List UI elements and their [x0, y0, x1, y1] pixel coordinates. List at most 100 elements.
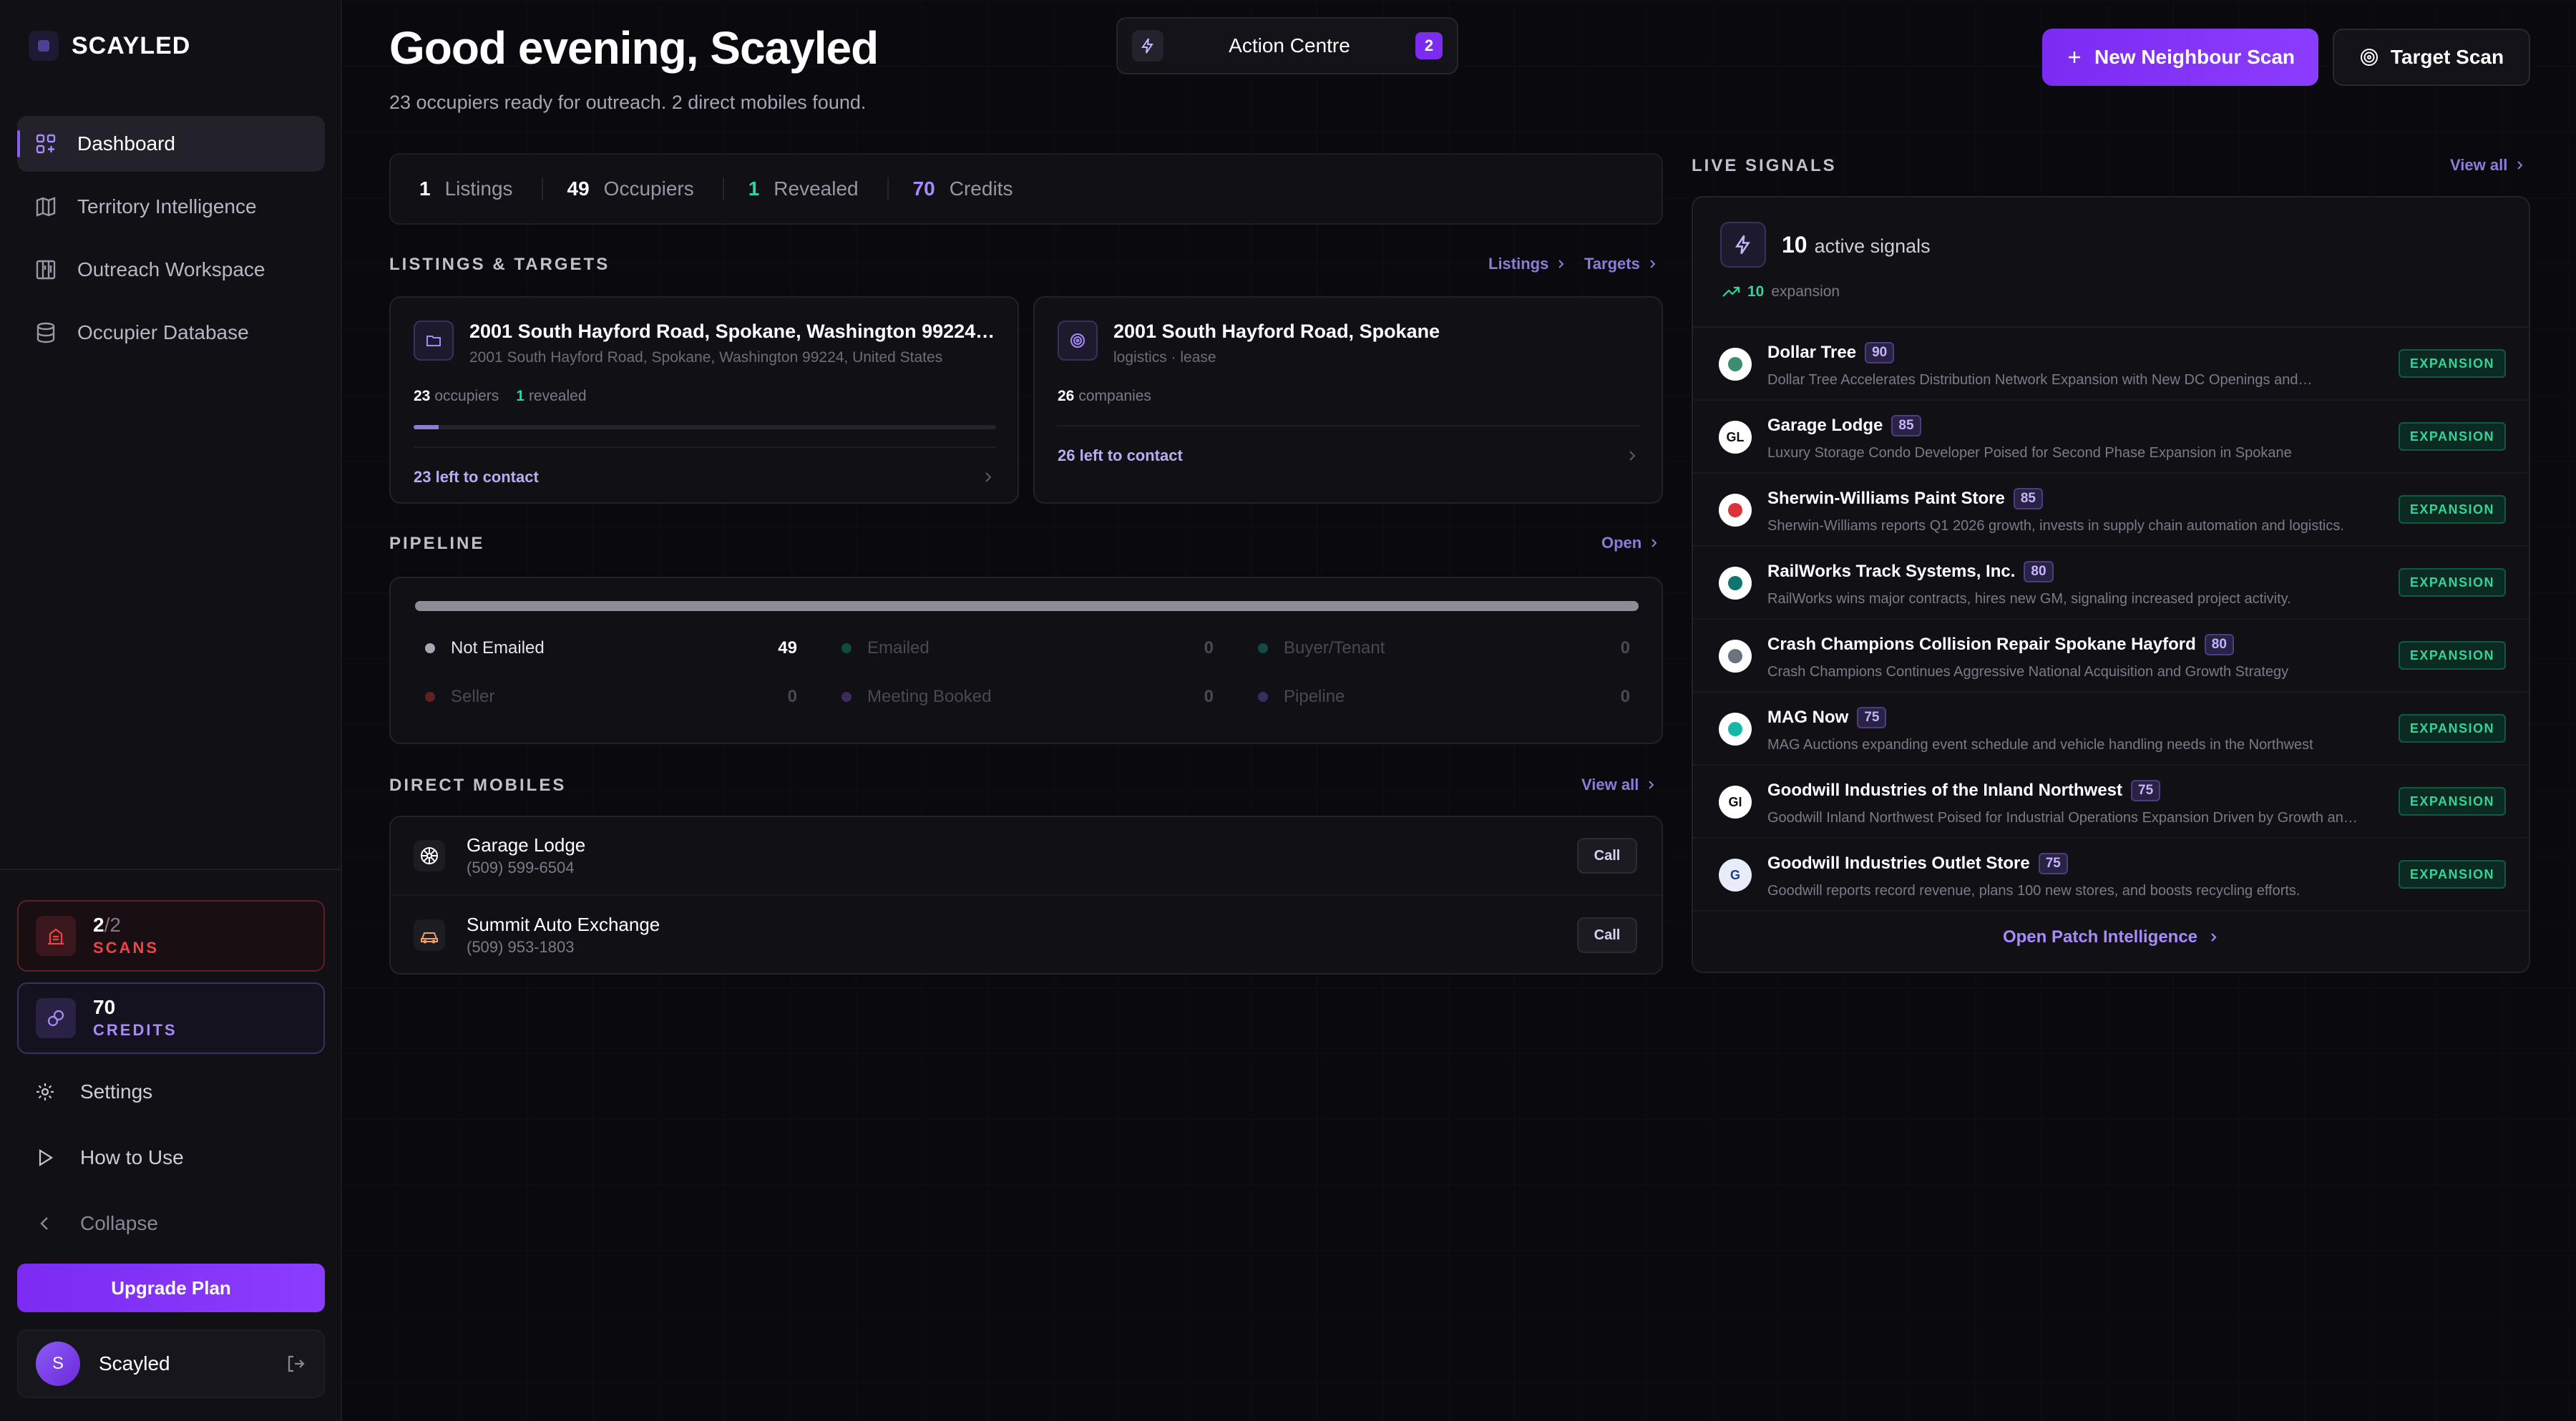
how-to-use-label: How to Use [80, 1146, 184, 1168]
list-item: Summit Auto Exchange (509) 953-1803 Call [391, 896, 1662, 975]
sidebar-item-dashboard[interactable]: Dashboard [17, 116, 325, 172]
sidebar-item-outreach-workspace[interactable]: Outreach Workspace [17, 242, 325, 298]
play-icon [39, 1149, 54, 1166]
trending-up-icon [1722, 286, 1740, 297]
columns-icon [36, 260, 56, 280]
signal-company-name: MAG Now [1767, 708, 1849, 727]
user-name: Scayled [99, 1352, 170, 1374]
link-icon [36, 998, 76, 1038]
chevron-right-icon [2517, 161, 2523, 170]
sidebar-item-occupier-database[interactable]: Occupier Database [17, 305, 325, 361]
scans-meter[interactable]: 2/2 SCANS [17, 900, 325, 972]
occupiers-count: 23 [414, 388, 431, 404]
signal-row[interactable]: G Goodwill Industries Outlet Store 75 Goodw… [1693, 839, 2529, 912]
target-subtitle: logistics · lease [1113, 349, 1216, 366]
signal-row[interactable]: MAG Now 75 MAG Auctions expanding event sc… [1693, 693, 2529, 766]
pipeline-stage-name: Emailed [867, 638, 930, 658]
chevron-left-icon [40, 1217, 48, 1230]
company-logo-mark [1728, 357, 1742, 371]
credits-meter[interactable]: 70 CREDITS [17, 982, 325, 1054]
target-scan-button[interactable]: Target Scan [2333, 29, 2530, 86]
sidebar-item-label: Outreach Workspace [77, 258, 265, 280]
pipeline-stage-count: 0 [1620, 638, 1630, 658]
sidebar-divider [0, 869, 341, 870]
sidebar-item-territory-intelligence[interactable]: Territory Intelligence [17, 179, 325, 235]
pipeline-stage-emailed[interactable]: Emailed 0 [841, 638, 1214, 658]
signals-view-all-link[interactable]: View all [2450, 156, 2524, 175]
pipeline-open-link[interactable]: Open [1601, 534, 1659, 552]
listing-address: 2001 South Hayford Road, Spokane, Washin… [469, 349, 943, 366]
expansion-count: 10 [1747, 283, 1765, 300]
scans-used: 2 [93, 914, 104, 936]
signal-score-badge: 90 [1865, 342, 1895, 363]
brand[interactable]: SCAYLED [29, 29, 190, 63]
signal-row[interactable]: RailWorks Track Systems, Inc. 80 RailWorks… [1693, 547, 2529, 620]
expansion-label: expansion [1771, 283, 1840, 300]
left-to-contact[interactable]: 23 left to contact [414, 468, 539, 487]
action-centre-badge: 2 [1415, 32, 1443, 59]
signal-company-name: RailWorks Track Systems, Inc. [1767, 562, 2016, 581]
call-button[interactable]: Call [1577, 917, 1637, 953]
left-to-contact[interactable]: 26 left to contact [1058, 446, 1183, 465]
pipeline-stage-pipeline[interactable]: Pipeline 0 [1258, 687, 1630, 707]
pipeline-stage-name: Buyer/Tenant [1284, 638, 1385, 658]
target-counts: 26 companies [1058, 388, 1151, 405]
how-to-use-link[interactable]: How to Use [34, 1136, 184, 1179]
open-patch-intelligence-label: Open Patch Intelligence [2002, 927, 2198, 947]
occupiers-label: occupiers [434, 388, 499, 404]
new-neighbour-scan-button[interactable]: New Neighbour Scan [2042, 29, 2318, 86]
credits-label: CREDITS [93, 1021, 177, 1039]
company-logo-text: G [1729, 867, 1740, 882]
company-logo-icon: G [1719, 859, 1752, 892]
building-icon [36, 916, 76, 956]
signal-score-badge: 75 [1857, 707, 1887, 728]
database-icon [36, 322, 55, 343]
dashboard-icon [36, 134, 56, 154]
user-profile[interactable]: S Scayled [17, 1329, 325, 1398]
company-logo-mark [1728, 503, 1742, 517]
pipeline-stage-buyer-tenant[interactable]: Buyer/Tenant 0 [1258, 638, 1630, 658]
company-logo-mark [1728, 576, 1742, 590]
signal-row[interactable]: GI Goodwill Industries of the Inland Nort… [1693, 766, 2529, 839]
call-button[interactable]: Call [1577, 838, 1637, 874]
settings-label: Settings [80, 1080, 153, 1103]
active-signal-count: 10 [1782, 232, 1807, 258]
signal-score-badge: 85 [2013, 488, 2043, 509]
status-badge: EXPANSION [2398, 641, 2506, 670]
page-title: Good evening, Scayled [389, 22, 879, 74]
company-logo-text: GI [1728, 794, 1742, 809]
status-badge: EXPANSION [2398, 787, 2506, 816]
open-patch-intelligence-link[interactable]: Open Patch Intelligence [1693, 927, 2529, 947]
stat-revealed: 1 Revealed [748, 177, 889, 200]
pipeline-stage-seller[interactable]: Seller 0 [425, 687, 797, 707]
settings-link[interactable]: Settings [34, 1070, 152, 1113]
signals-summary: 10 active signals 10 expansion [1693, 197, 2529, 328]
action-centre-button[interactable]: Action Centre 2 [1116, 17, 1458, 74]
listing-card[interactable]: 2001 South Hayford Road, Spokane, Washin… [389, 296, 1019, 504]
mobiles-view-all-label: View all [1581, 776, 1639, 793]
signal-row[interactable]: GL Garage Lodge 85 Luxury Storage Condo Dev… [1693, 401, 2529, 474]
signal-description: Crash Champions Continues Aggressive Nat… [1767, 664, 2289, 680]
targets-link[interactable]: Targets [1584, 255, 1657, 273]
listings-link[interactable]: Listings [1488, 255, 1566, 273]
pipeline-stage-not-emailed[interactable]: Not Emailed 49 [425, 638, 797, 658]
page-subtitle: 23 occupiers ready for outreach. 2 direc… [389, 92, 867, 113]
pipeline-stage-meeting-booked[interactable]: Meeting Booked 0 [841, 687, 1214, 707]
stat-label: Occupiers [603, 177, 694, 200]
upgrade-plan-button[interactable]: Upgrade Plan [17, 1264, 325, 1312]
target-card[interactable]: 2001 South Hayford Road, Spokane logisti… [1033, 296, 1663, 504]
gear-icon [36, 1083, 54, 1100]
signal-description: RailWorks wins major contracts, hires ne… [1767, 591, 2291, 607]
signal-company-name: Garage Lodge [1767, 416, 1883, 435]
signal-score-badge: 85 [1891, 415, 1921, 436]
collapse-button[interactable]: Collapse [34, 1202, 158, 1245]
signal-row[interactable]: Dollar Tree 90 Dollar Tree Accelerates Dis… [1693, 328, 2529, 401]
pipeline-section-title: PIPELINE [389, 534, 485, 553]
mobiles-view-all-link[interactable]: View all [1581, 776, 1656, 794]
company-logo-icon [1719, 713, 1752, 746]
mobile-contact-name: Summit Auto Exchange [467, 914, 660, 935]
signal-row[interactable]: Crash Champions Collision Repair Spokane… [1693, 620, 2529, 693]
signal-row[interactable]: Sherwin-Williams Paint Store 85 Sherwin-Wi… [1693, 474, 2529, 547]
logout-icon[interactable] [285, 1353, 306, 1374]
company-logo-icon [1719, 348, 1752, 381]
